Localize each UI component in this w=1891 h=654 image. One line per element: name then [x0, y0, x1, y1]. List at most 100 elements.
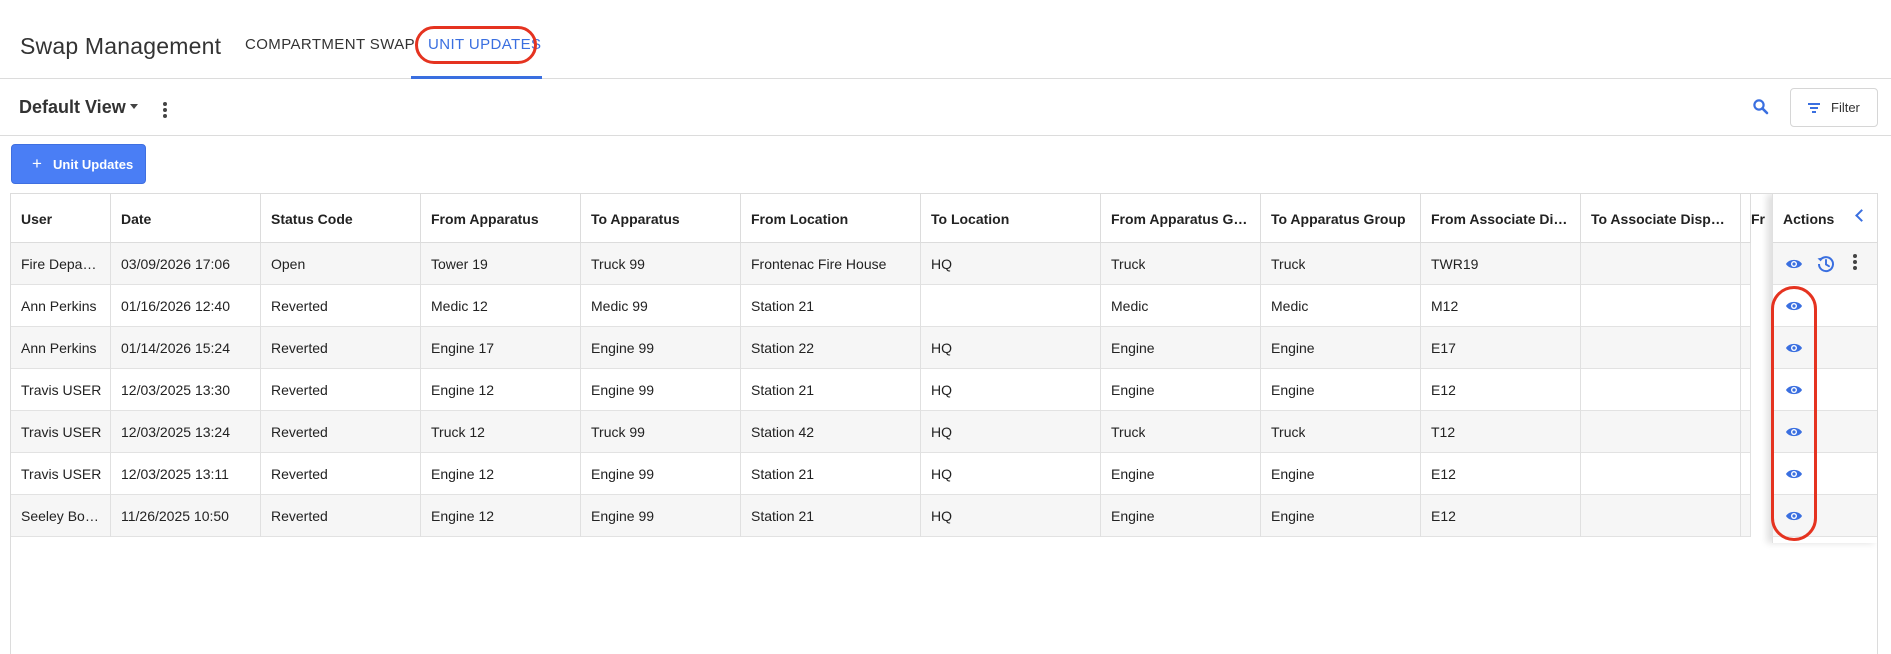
table-cell [921, 285, 1101, 327]
more-vertical-icon[interactable] [1853, 254, 1857, 272]
column-header[interactable]: User [11, 194, 111, 243]
table-row[interactable]: Seeley Bo… 11/26/2025 10:50 Reverted Engine… [11, 495, 1751, 537]
table-cell-text: Open [271, 256, 306, 272]
actions-cell [1773, 243, 1877, 285]
table-cell-text: TWR19 [1431, 256, 1479, 272]
table-cell-text: Truck 99 [591, 256, 645, 272]
table-cell-text: Truck [1111, 424, 1146, 440]
table-cell-text: Travis USER [21, 424, 102, 440]
table-cell: 11/26/2025 10:50 [111, 495, 261, 537]
table-cell-text: 12/03/2025 13:24 [121, 424, 230, 440]
tab-compartment-swap[interactable]: COMPARTMENT SWAP [245, 36, 415, 53]
actions-header: Actions [1773, 194, 1877, 243]
table-cell: Engine [1261, 327, 1421, 369]
table-cell: Fire Depa… [11, 243, 111, 285]
view-eye-icon[interactable] [1785, 256, 1803, 272]
view-toolbar: Default View Filter [0, 80, 1891, 136]
table-cell: Tower 19 [421, 243, 581, 285]
filter-button[interactable]: Filter [1790, 88, 1878, 127]
table-cell-text: Station 21 [751, 382, 815, 398]
table-cell [1581, 369, 1741, 411]
column-header[interactable]: To Location [921, 194, 1101, 243]
table-cell [1581, 327, 1741, 369]
table-row[interactable]: Travis USER 12/03/2025 13:11 Reverted Engin… [11, 453, 1751, 495]
column-header-label: From Associate Di… [1431, 211, 1568, 227]
table-cell-text: Station 22 [751, 340, 815, 356]
collapse-chevron-icon[interactable] [1855, 209, 1868, 222]
table-row[interactable]: Ann Perkins 01/16/2026 12:40 Reverted Medic… [11, 285, 1751, 327]
table-cell-text: Medic 12 [431, 298, 488, 314]
column-header[interactable]: From Location [741, 194, 921, 243]
table-row[interactable]: Travis USER 12/03/2025 13:24 Reverted Truck… [11, 411, 1751, 453]
table-cell-text: HQ [931, 508, 952, 524]
table-cell: 12/03/2025 13:11 [111, 453, 261, 495]
table-cell: Engine 12 [421, 453, 581, 495]
table-cell-text: Truck 12 [431, 424, 485, 440]
filter-label: Filter [1831, 100, 1860, 115]
table-cell: Engine 12 [421, 369, 581, 411]
table-cell-text: HQ [931, 424, 952, 440]
table-cell-text: Reverted [271, 424, 328, 440]
column-header[interactable]: From Apparatus [421, 194, 581, 243]
table-cell-text: E12 [1431, 466, 1456, 482]
table-cell [1581, 453, 1741, 495]
table-cell-text: Seeley Bo… [21, 508, 99, 524]
table-row[interactable]: Ann Perkins 01/14/2026 15:24 Reverted Engin… [11, 327, 1751, 369]
column-header-label: From Location [751, 211, 849, 227]
table-cell: HQ [921, 453, 1101, 495]
column-header[interactable]: Date [111, 194, 261, 243]
table-cell: 01/16/2026 12:40 [111, 285, 261, 327]
column-header-label: From Apparatus G… [1111, 211, 1248, 227]
table-cell-text: Engine [1271, 382, 1315, 398]
table-cell-text: 12/03/2025 13:11 [121, 466, 229, 482]
table-cell-text: 01/14/2026 15:24 [121, 340, 230, 356]
table-cell-text: HQ [931, 340, 952, 356]
table-cell-text: Reverted [271, 382, 328, 398]
table-cell [1741, 369, 1751, 411]
table-cell: E12 [1421, 453, 1581, 495]
table-cell: Truck [1261, 243, 1421, 285]
table-cell: Truck [1261, 411, 1421, 453]
table-cell: Engine 99 [581, 327, 741, 369]
table-cell-text: Station 21 [751, 298, 815, 314]
table-cell-text: Ann Perkins [21, 340, 97, 356]
unit-updates-table: User Date Status Code From Apparatus To Appa… [10, 193, 1878, 654]
table-cell-text: Medic [1111, 298, 1149, 314]
column-header-label: To Associate Disp… [1591, 211, 1725, 227]
table-row[interactable]: Fire Depa… 03/09/2026 17:06 Open Tower 19 Tr… [11, 243, 1751, 285]
table-cell: Medic [1101, 285, 1261, 327]
column-header[interactable]: To Apparatus [581, 194, 741, 243]
table-cell-text: Engine 99 [591, 466, 655, 482]
table-row[interactable]: Travis USER 12/03/2025 13:30 Reverted Engin… [11, 369, 1751, 411]
search-icon[interactable] [1752, 98, 1770, 116]
table-cell: Ann Perkins [11, 285, 111, 327]
table-cell: Seeley Bo… [11, 495, 111, 537]
caret-down-icon[interactable] [130, 104, 138, 109]
column-header[interactable]: Status Code [261, 194, 421, 243]
column-header-label: Date [121, 211, 152, 227]
column-header[interactable]: From Apparatus G… [1101, 194, 1261, 243]
table-cell: Engine [1101, 495, 1261, 537]
app-header: Swap Management COMPARTMENT SWAP UNIT UP… [0, 0, 1891, 79]
column-header[interactable]: From Associate Di… [1421, 194, 1581, 243]
table-cell [1741, 411, 1751, 453]
actions-highlight-annotation [1771, 286, 1817, 541]
table-cell: HQ [921, 243, 1101, 285]
history-clock-icon[interactable] [1816, 254, 1836, 274]
column-header[interactable]: Fr [1741, 194, 1765, 243]
table-cell: Engine 99 [581, 369, 741, 411]
table-cell: Truck [1101, 243, 1261, 285]
view-more-icon[interactable] [163, 102, 167, 120]
view-selector[interactable]: Default View [19, 97, 126, 118]
table-cell-text: Station 42 [751, 424, 815, 440]
table-cell: Station 42 [741, 411, 921, 453]
add-unit-update-button[interactable]: + Unit Updates [11, 144, 146, 184]
table-cell: Ann Perkins [11, 327, 111, 369]
column-header[interactable]: To Associate Disp… [1581, 194, 1741, 243]
column-header[interactable]: To Apparatus Group [1261, 194, 1421, 243]
table-cell: T12 [1421, 411, 1581, 453]
table-cell-text: Ann Perkins [21, 298, 97, 314]
table-cell: Open [261, 243, 421, 285]
table-cell: Travis USER [11, 453, 111, 495]
table-cell: Truck [1101, 411, 1261, 453]
